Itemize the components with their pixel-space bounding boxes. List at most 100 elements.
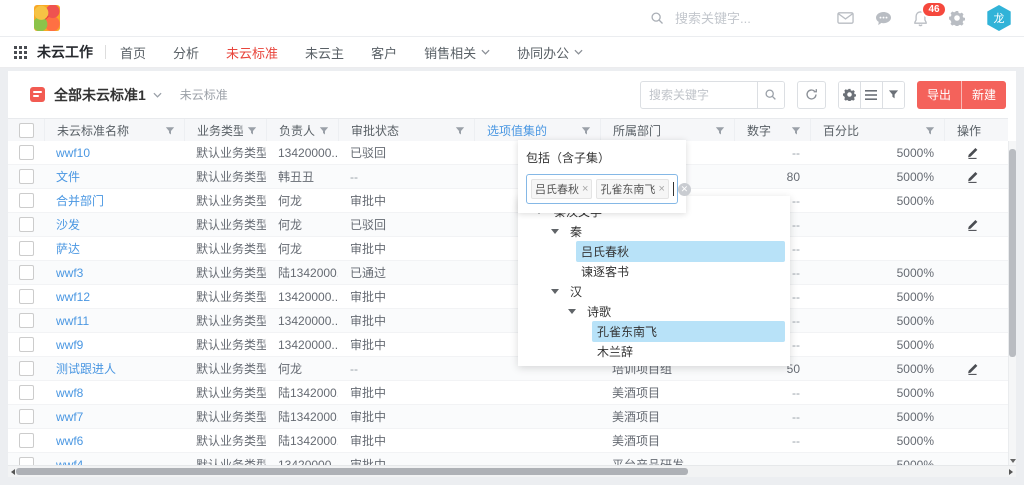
chevron-down-icon[interactable] (153, 92, 162, 98)
horizontal-scrollbar[interactable] (8, 465, 1016, 477)
record-link[interactable]: wwf6 (44, 429, 184, 452)
record-link[interactable]: wwf12 (44, 285, 184, 308)
edit-icon[interactable] (966, 170, 979, 184)
caret-down-icon[interactable] (551, 229, 559, 234)
column-filter-icon[interactable] (315, 126, 329, 136)
vertical-scrollbar[interactable] (1008, 141, 1016, 465)
global-search[interactable] (650, 0, 837, 36)
column-filter-icon[interactable] (243, 126, 257, 136)
table-row[interactable]: wwf4默认业务类型13420000...审批中平台产品研发--5000% (8, 453, 1008, 465)
nav-item[interactable]: 未云标准 (226, 43, 278, 62)
column-header[interactable]: 数字 (735, 119, 811, 142)
edit-icon[interactable] (966, 218, 979, 232)
column-filter-icon[interactable] (577, 126, 591, 136)
edit-icon[interactable] (966, 146, 979, 160)
table-row[interactable]: wwf10默认业务类型13420000...已驳回--5000% (8, 141, 1008, 165)
tree-item[interactable]: 孔雀东南飞 (518, 321, 790, 341)
tree-item[interactable]: 吕氏春秋 (518, 241, 790, 261)
nav-item[interactable]: 未云主 (305, 43, 344, 62)
column-header[interactable]: 未云标准名称 (45, 119, 185, 142)
chat-icon[interactable] (875, 11, 892, 26)
table-row[interactable]: 合并部门默认业务类型何龙审批中--5000% (8, 189, 1008, 213)
table-row[interactable]: 沙发默认业务类型何龙已驳回-- (8, 213, 1008, 237)
row-checkbox[interactable] (19, 433, 34, 448)
filter-tag[interactable]: 孔雀东南飞 × (596, 179, 668, 199)
table-row[interactable]: wwf7默认业务类型陆1342000...审批中美酒项目--5000% (8, 405, 1008, 429)
table-row[interactable]: wwf3默认业务类型陆1342000...已通过--5000% (8, 261, 1008, 285)
row-checkbox[interactable] (19, 457, 34, 465)
nav-item[interactable]: 销售相关 (424, 43, 490, 62)
remove-tag-icon[interactable]: × (658, 183, 664, 195)
nav-item[interactable]: 首页 (120, 43, 146, 62)
row-checkbox[interactable] (19, 385, 34, 400)
row-checkbox[interactable] (19, 313, 34, 328)
record-link[interactable]: 文件 (44, 165, 184, 188)
record-link[interactable]: wwf9 (44, 333, 184, 356)
column-filter-icon[interactable] (451, 126, 465, 136)
table-row[interactable]: wwf8默认业务类型陆1342000...审批中美酒项目--5000% (8, 381, 1008, 405)
table-row[interactable]: wwf12默认业务类型13420000...审批中--5000% (8, 285, 1008, 309)
settings-gear-icon[interactable] (949, 10, 965, 26)
column-settings-gear-icon[interactable] (839, 82, 860, 108)
list-layout-icon[interactable] (860, 82, 882, 108)
scroll-down-arrow-icon[interactable] (1010, 459, 1016, 463)
caret-down-icon[interactable] (568, 309, 576, 314)
global-search-input[interactable] (673, 10, 837, 27)
export-button[interactable]: 导出 (917, 81, 962, 109)
edit-icon[interactable] (966, 362, 979, 376)
clear-input-icon[interactable]: ✕ (678, 183, 691, 196)
record-link[interactable]: 萨达 (44, 237, 184, 260)
column-filter-icon[interactable] (711, 126, 725, 136)
table-row[interactable]: wwf11默认业务类型13420000...审批中--5000% (8, 309, 1008, 333)
table-row[interactable]: 文件默认业务类型韩丑丑--805000% (8, 165, 1008, 189)
column-filter-icon[interactable] (921, 126, 935, 136)
notifications-bell-icon[interactable]: 46 (913, 10, 928, 27)
select-all-checkbox[interactable] (19, 123, 34, 138)
column-header[interactable]: 百分比 (811, 119, 945, 142)
record-link[interactable]: 沙发 (44, 213, 184, 236)
row-checkbox[interactable] (19, 217, 34, 232)
app-launcher-icon[interactable] (14, 46, 27, 59)
column-header[interactable]: 所属部门 (601, 119, 735, 142)
remove-tag-icon[interactable]: × (582, 183, 588, 195)
horizontal-scrollbar-thumb[interactable] (16, 468, 688, 475)
table-row[interactable]: 萨达默认业务类型何龙审批中-- (8, 237, 1008, 261)
record-link[interactable]: 测试跟进人 (44, 357, 184, 380)
scroll-left-arrow-icon[interactable] (11, 469, 15, 475)
column-filter-icon[interactable] (161, 126, 175, 136)
column-header[interactable]: 业务类型 (185, 119, 267, 142)
column-header[interactable]: 选项值集的 (475, 119, 601, 142)
row-checkbox[interactable] (19, 337, 34, 352)
vertical-scrollbar-thumb[interactable] (1009, 149, 1016, 357)
nav-item[interactable]: 协同办公 (517, 43, 583, 62)
search-button[interactable] (757, 82, 784, 108)
filter-funnel-icon[interactable] (882, 82, 904, 108)
filter-tag-input[interactable]: 吕氏春秋 × 孔雀东南飞 × ✕ (526, 174, 678, 204)
row-checkbox[interactable] (19, 289, 34, 304)
refresh-button[interactable] (797, 81, 826, 109)
record-link[interactable]: wwf3 (44, 261, 184, 284)
row-checkbox[interactable] (19, 145, 34, 160)
record-link[interactable]: wwf11 (44, 309, 184, 332)
table-row[interactable]: wwf9默认业务类型13420000...审批中--5000% (8, 333, 1008, 357)
mail-icon[interactable] (837, 11, 854, 25)
table-row[interactable]: wwf6默认业务类型陆1342000...审批中美酒项目--5000% (8, 429, 1008, 453)
table-row[interactable]: 测试跟进人默认业务类型何龙--培训项目组505000% (8, 357, 1008, 381)
tree-item[interactable]: 谏逐客书 (518, 261, 790, 281)
row-checkbox[interactable] (19, 409, 34, 424)
scroll-right-arrow-icon[interactable] (1009, 469, 1013, 475)
nav-item[interactable]: 分析 (173, 43, 199, 62)
user-avatar[interactable]: 龙 (986, 5, 1012, 31)
column-header[interactable]: 操作 (945, 119, 1001, 142)
row-checkbox[interactable] (19, 241, 34, 256)
tree-item[interactable]: 诗歌 (518, 301, 790, 321)
tree-item[interactable]: 汉 (518, 281, 790, 301)
caret-down-icon[interactable] (551, 289, 559, 294)
row-checkbox[interactable] (19, 193, 34, 208)
record-link[interactable]: wwf7 (44, 405, 184, 428)
nav-item[interactable]: 客户 (371, 43, 397, 62)
row-checkbox[interactable] (19, 361, 34, 376)
create-button[interactable]: 新建 (962, 81, 1006, 109)
list-search-input[interactable] (641, 88, 757, 102)
tree-item[interactable]: 木兰辞 (518, 341, 790, 361)
